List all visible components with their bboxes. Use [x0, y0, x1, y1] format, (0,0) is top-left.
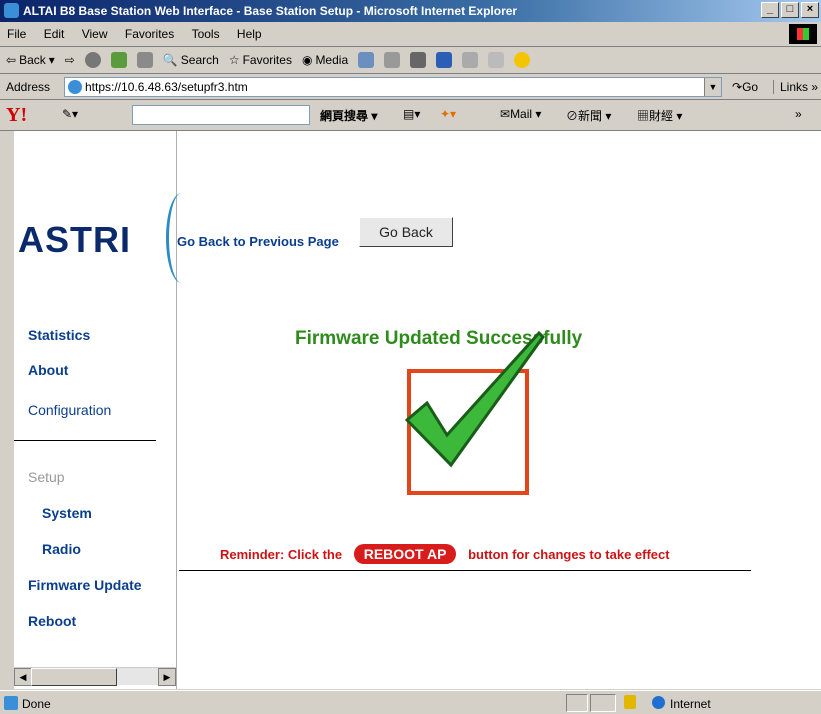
stop-icon[interactable] [84, 52, 101, 68]
title-bar: ALTAI B8 Base Station Web Interface - Ba… [0, 0, 821, 22]
internet-zone-icon [652, 696, 665, 709]
yahoo-news-button[interactable]: ⊘新聞 ▾ [566, 107, 611, 124]
lock-icon [624, 695, 636, 709]
reboot-ap-button[interactable]: REBOOT AP [353, 544, 457, 564]
minimize-button[interactable]: _ [761, 2, 779, 18]
page-icon [68, 80, 82, 94]
sidebar-item-statistics[interactable]: Statistics [28, 327, 90, 343]
yahoo-search-input[interactable] [132, 105, 310, 125]
address-url: https://10.6.48.63/setupfr3.htm [85, 80, 248, 94]
astri-logo: ASTRI [18, 219, 131, 260]
home-icon[interactable] [136, 52, 153, 68]
sidebar-item-system[interactable]: System [42, 505, 92, 521]
back-arrow-icon: ⇦ [6, 53, 17, 67]
address-label: Address [6, 80, 51, 94]
status-bar: Done Internet [0, 690, 821, 714]
yahoo-search-button[interactable]: 網頁搜尋 ▾ [320, 107, 377, 124]
security-zone: Internet [670, 697, 711, 711]
sidebar-item-radio[interactable]: Radio [42, 541, 81, 557]
maximize-button[interactable]: □ [781, 2, 799, 18]
print-icon[interactable] [410, 52, 427, 68]
address-bar: Address https://10.6.48.63/setupfr3.htm … [0, 74, 821, 100]
windows-logo-icon [789, 24, 817, 44]
menu-tools[interactable]: Tools [185, 22, 227, 46]
window-controls: _ □ × [761, 2, 819, 18]
page-done-icon [4, 696, 18, 710]
sidebar-horizontal-scrollbar[interactable]: ◀ ▶ [14, 667, 176, 686]
address-input[interactable]: https://10.6.48.63/setupfr3.htm ▼ [64, 77, 722, 97]
yahoo-finance-button[interactable]: ▦財經 ▾ [637, 107, 682, 124]
forward-button[interactable]: ⇨ [65, 53, 75, 67]
forward-arrow-icon: ⇨ [64, 53, 75, 67]
sidebar-item-firmware-update[interactable]: Firmware Update [28, 577, 142, 593]
chevron-down-icon: ▾ [48, 53, 55, 67]
scroll-right-icon[interactable]: ▶ [158, 668, 176, 686]
yahoo-pen-icon[interactable]: ✎▾ [62, 107, 78, 121]
standard-toolbar: ⇦ Back ▾ ⇨ 🔍 Search ☆ Favorites ◉ Media [0, 47, 821, 74]
status-panel [590, 694, 616, 712]
go-back-link[interactable]: Go Back to Previous Page [177, 234, 339, 249]
go-back-button[interactable]: Go Back [359, 217, 453, 247]
links-button[interactable]: Links » [773, 80, 818, 94]
reboot-reminder: Reminder: Click the REBOOT AP button for… [220, 544, 670, 564]
menu-favorites[interactable]: Favorites [118, 22, 181, 46]
menu-file[interactable]: File [0, 22, 33, 46]
scroll-left-icon[interactable]: ◀ [14, 668, 32, 686]
favorites-icon: ☆ [228, 53, 240, 67]
yahoo-logo[interactable]: Y! [6, 104, 27, 127]
mail-icon[interactable] [384, 52, 401, 68]
green-checkmark-icon [404, 330, 545, 468]
menu-edit[interactable]: Edit [37, 22, 72, 46]
yahoo-highlight-icon[interactable]: ▤▾ [403, 107, 420, 121]
sidebar-frame: ASTRI Statistics About Configuration Set… [14, 131, 177, 689]
sidebar-item-reboot[interactable]: Reboot [28, 613, 76, 629]
yahoo-toolbar: Y! ✎▾ 網頁搜尋 ▾ ▤▾ ✦▾ ✉Mail ▾ ⊘新聞 ▾ ▦財經 ▾ » [0, 100, 821, 131]
menu-bar: File Edit View Favorites Tools Help [0, 22, 821, 47]
media-button[interactable]: ◉ Media [302, 53, 348, 67]
menu-view[interactable]: View [75, 22, 115, 46]
search-button[interactable]: 🔍 Search [163, 53, 219, 67]
close-button[interactable]: × [801, 2, 819, 18]
sidebar-item-configuration[interactable]: Configuration [28, 402, 111, 418]
refresh-icon[interactable] [110, 52, 127, 68]
sidebar-section-setup: Setup [28, 469, 65, 485]
main-frame: Go Back to Previous Page Go Back Firmwar… [177, 131, 821, 689]
favorites-button[interactable]: ☆ Favorites [229, 53, 292, 67]
back-button[interactable]: ⇦ Back ▾ [6, 53, 55, 67]
window-title: ALTAI B8 Base Station Web Interface - Ba… [23, 4, 518, 18]
edit-word-icon[interactable] [436, 52, 453, 68]
search-icon: 🔍 [162, 53, 178, 67]
address-dropdown-icon[interactable]: ▼ [704, 78, 721, 96]
status-panel [566, 694, 588, 712]
reminder-divider [179, 570, 751, 571]
media-icon: ◉ [301, 53, 313, 67]
toolbar-overflow-icon[interactable]: » [795, 107, 802, 121]
menu-help[interactable]: Help [230, 22, 269, 46]
page-content: ASTRI Statistics About Configuration Set… [14, 131, 821, 689]
sidebar-item-about[interactable]: About [28, 362, 68, 378]
research-icon[interactable] [488, 52, 505, 68]
history-icon[interactable] [358, 52, 375, 68]
scroll-thumb[interactable] [31, 668, 117, 686]
sidebar-divider [14, 440, 156, 441]
ie-window-icon [4, 3, 19, 18]
yahoo-mail-button[interactable]: ✉Mail ▾ [500, 107, 541, 121]
go-button[interactable]: ↷Go [732, 80, 758, 94]
messenger-icon[interactable] [514, 52, 531, 68]
yahoo-target-icon[interactable]: ✦▾ [440, 107, 456, 121]
discuss-icon[interactable] [462, 52, 479, 68]
status-text: Done [22, 697, 51, 711]
